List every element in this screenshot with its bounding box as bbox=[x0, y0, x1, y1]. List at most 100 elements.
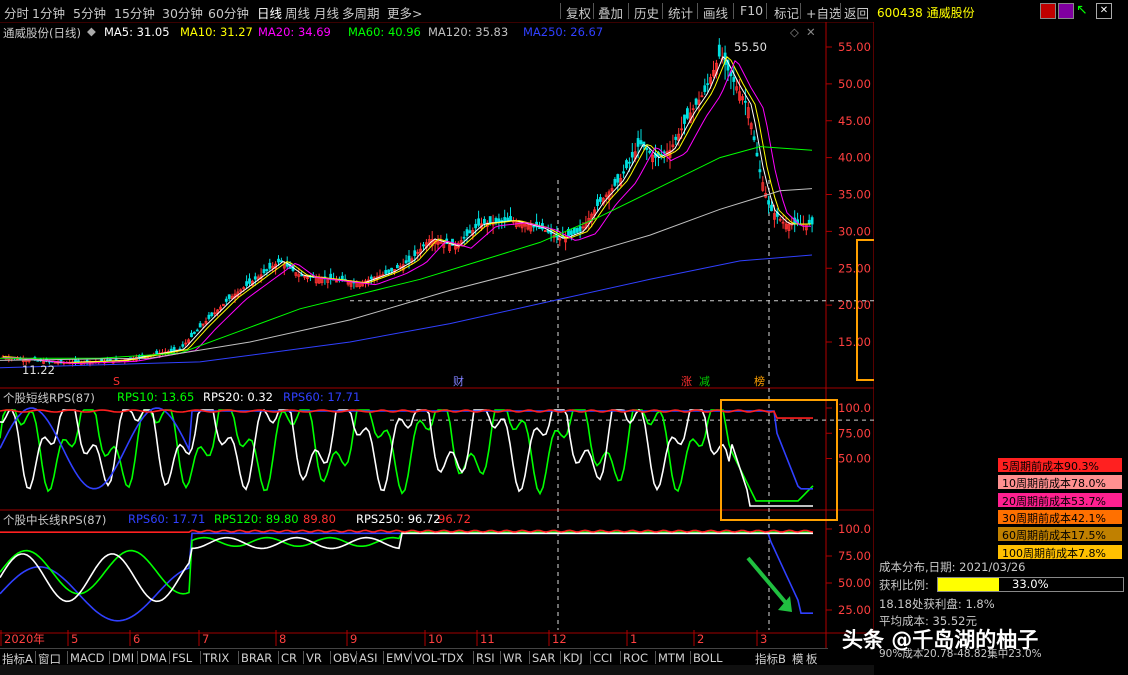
rps60-long-value: RPS60: 17.71 bbox=[128, 512, 206, 526]
arrow-icon[interactable] bbox=[1058, 3, 1074, 19]
kline-chart[interactable]: 55.0050.0045.0040.0035.0030.0025.0020.00… bbox=[0, 22, 874, 648]
rps250b-value: 96.72 bbox=[438, 512, 471, 526]
candle-body bbox=[407, 255, 411, 262]
x-axis-label: 5 bbox=[71, 632, 78, 646]
candle-body bbox=[744, 100, 747, 103]
diamond-icon[interactable]: ◇ bbox=[790, 25, 799, 39]
rps-tick-label: 50.00 bbox=[838, 576, 871, 590]
candle-body bbox=[599, 197, 602, 202]
stock-code: 600438 通威股份 bbox=[877, 6, 975, 20]
candle-body bbox=[227, 294, 231, 299]
indicator-tab[interactable]: DMA bbox=[140, 651, 167, 665]
indicator-tab[interactable]: MACD bbox=[70, 651, 104, 665]
price-tick-label: 35.00 bbox=[838, 188, 871, 202]
candle-body bbox=[474, 223, 478, 229]
toolbar-button-2[interactable]: 5分钟 bbox=[73, 3, 106, 22]
candle-body bbox=[639, 140, 643, 145]
toolbar-button-14[interactable]: 统计 bbox=[668, 3, 693, 22]
indicator-tab[interactable]: FSL bbox=[172, 651, 192, 665]
ma-legend-item: MA10: 31.27 bbox=[180, 25, 253, 39]
x-axis-label: 2 bbox=[697, 632, 704, 646]
toolbar-button-10[interactable]: 更多> bbox=[387, 3, 422, 22]
indicator-tab[interactable]: WR bbox=[503, 651, 522, 665]
toolbar-button-11[interactable]: 复权 bbox=[566, 3, 591, 22]
x-axis-label: 3 bbox=[760, 632, 767, 646]
event-mark: 减 bbox=[699, 375, 710, 388]
indicator-tab[interactable]: TRIX bbox=[203, 651, 229, 665]
x-axis-label: 11 bbox=[480, 632, 495, 646]
profit-label: 获利比例: bbox=[879, 578, 929, 592]
candle-body bbox=[482, 218, 486, 224]
indicator-tab[interactable]: CR bbox=[281, 651, 297, 665]
toolbar-button-6[interactable]: 日线 bbox=[257, 3, 282, 22]
close-icon[interactable]: ✕ bbox=[1096, 3, 1112, 19]
indicator-tab[interactable]: VOL-TDX bbox=[414, 651, 464, 665]
candle-body bbox=[192, 331, 196, 334]
candle-body bbox=[570, 230, 573, 235]
toolbar-button-0[interactable]: 分时 bbox=[4, 3, 29, 22]
indicator-tab[interactable]: BRAR bbox=[241, 651, 272, 665]
ma250-line bbox=[0, 254, 813, 369]
flag-icon[interactable] bbox=[1040, 3, 1056, 19]
indicator-tab[interactable]: ROC bbox=[623, 651, 648, 665]
ma120-line bbox=[0, 188, 813, 361]
rps-short-title: 个股短线RPS(87) bbox=[3, 391, 95, 405]
cost-legend-item: 60周期前成本17.5% bbox=[998, 527, 1122, 542]
indicator-tab[interactable]: SAR bbox=[532, 651, 555, 665]
candle-body bbox=[477, 218, 481, 226]
indicator-tab[interactable]: BOLL bbox=[693, 651, 723, 665]
panel-close-icon[interactable]: ✕ bbox=[806, 25, 816, 39]
status-bar bbox=[0, 665, 874, 675]
toolbar-button-8[interactable]: 月线 bbox=[314, 3, 339, 22]
toolbar-button-4[interactable]: 30分钟 bbox=[162, 3, 203, 22]
candle-body bbox=[245, 281, 249, 286]
indicator-tab[interactable]: ASI bbox=[359, 651, 378, 665]
toolbar-button-13[interactable]: 历史 bbox=[634, 3, 659, 22]
toolbar-button-15[interactable]: 画线 bbox=[703, 3, 728, 22]
indicator-tab[interactable]: KDJ bbox=[563, 651, 583, 665]
candle-body bbox=[503, 217, 507, 222]
high-price-label: 55.50 bbox=[734, 40, 767, 54]
x-axis-label: 1 bbox=[630, 632, 637, 646]
indicator-tab[interactable]: MTM bbox=[658, 651, 685, 665]
candle-body bbox=[622, 171, 625, 174]
candle-body bbox=[575, 228, 579, 233]
toolbar-button-7[interactable]: 周线 bbox=[285, 3, 310, 22]
toolbar-button-1[interactable]: 1分钟 bbox=[32, 3, 65, 22]
candle-body bbox=[758, 169, 762, 173]
toolbar-button-17[interactable]: 标记 bbox=[774, 3, 799, 22]
candle-body bbox=[532, 225, 536, 228]
toolbar-button-18[interactable]: +自选 bbox=[806, 3, 841, 22]
x-axis-label: 2020年 bbox=[4, 632, 45, 646]
toolbar-button-16[interactable]: F10 bbox=[740, 3, 763, 18]
candle-body bbox=[732, 77, 736, 82]
indicator-tab[interactable]: VR bbox=[306, 651, 322, 665]
candle-body bbox=[694, 98, 698, 105]
candle-body bbox=[262, 269, 266, 274]
indicator-tab[interactable]: CCI bbox=[593, 651, 612, 665]
candle-body bbox=[468, 230, 472, 234]
toolbar-button-19[interactable]: 返回 bbox=[844, 3, 869, 22]
rps250-value: RPS250: 96.72 bbox=[356, 512, 441, 526]
rps120-line bbox=[0, 531, 813, 595]
toolbar-button-5[interactable]: 60分钟 bbox=[208, 3, 249, 22]
candle-body bbox=[198, 323, 202, 328]
indicator-tab[interactable]: OBV bbox=[333, 651, 357, 665]
event-mark: 榜 bbox=[754, 374, 765, 388]
candle-body bbox=[770, 204, 773, 212]
toolbar-button-12[interactable]: 叠加 bbox=[598, 3, 623, 22]
cost-legend-item: 100周期前成本7.8% bbox=[998, 544, 1122, 560]
toolbar-button-3[interactable]: 15分钟 bbox=[114, 3, 155, 22]
cursor-icon[interactable]: ↖ bbox=[1076, 2, 1088, 18]
indicator-tab[interactable]: RSI bbox=[476, 651, 495, 665]
rps60-value: RPS60: 17.71 bbox=[283, 390, 361, 404]
indicator-tab[interactable]: EMV bbox=[386, 651, 411, 665]
candle-body bbox=[253, 276, 257, 280]
chevron-down-icon[interactable]: ◆ bbox=[87, 24, 96, 38]
candle-body bbox=[625, 160, 628, 169]
candle-body bbox=[706, 83, 710, 86]
candle-body bbox=[248, 278, 251, 284]
indicator-tab[interactable]: DMI bbox=[112, 651, 134, 665]
toolbar-button-9[interactable]: 多周期 bbox=[342, 3, 380, 22]
cost-range: 90%成本20.78-48.82集中23.0% bbox=[879, 648, 1042, 660]
